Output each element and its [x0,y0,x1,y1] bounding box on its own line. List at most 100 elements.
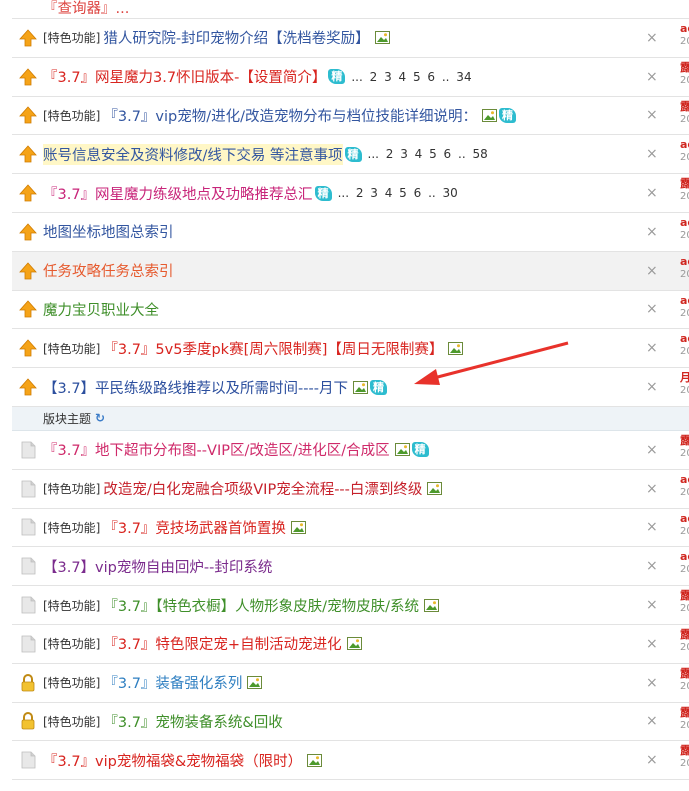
thread-title[interactable]: 『3.7』宠物装备系统&回收 [103,711,282,732]
close-icon[interactable]: × [646,185,658,201]
thread-type-tag[interactable]: [特色功能] [43,107,100,124]
thread-title[interactable]: 『3.7』装备强化系列 [103,672,242,693]
page-links[interactable]: ... 2 3 4 5 6 .. 34 [351,70,471,84]
thread-title[interactable]: 账号信息安全及资料修改/线下交易 等注意事项 [43,143,343,165]
close-icon[interactable]: × [646,224,658,240]
thread-row[interactable]: [特色功能]『3.7』【特色衣橱】人物形象皮肤/宠物皮肤/系统 × 露20 [12,586,689,625]
thread-title[interactable]: 猎人研究院-封印宠物介绍【洗档卷奖励】 [103,27,369,48]
thread-title[interactable]: 『3.7』竞技场武器首饰置换 [103,517,286,538]
close-icon[interactable]: × [646,301,658,317]
author-name[interactable]: 露 [680,177,689,190]
thread-title[interactable]: 任务攻略任务总索引 [43,260,174,281]
thread-type-tag[interactable]: [特色功能] [43,480,100,497]
thread-row[interactable]: [特色功能]『3.7』5v5季度pk赛[周六限制赛]【周日无限制赛】 × ad20 [12,329,689,369]
thread-type-tag[interactable]: [特色功能] [43,519,100,536]
author-name[interactable]: 露 [680,61,689,74]
close-icon[interactable]: × [646,442,658,458]
thread-title[interactable]: 『3.7』地下超市分布图--VIP区/改造区/进化区/合成区 [43,439,390,460]
thread-title[interactable]: 魔力宝贝职业大全 [43,299,159,320]
sticky-up-arrow-icon [18,222,38,242]
thread-row[interactable]: [特色功能]『3.7』宠物装备系统&回收 × 露20 [12,702,689,742]
thread-title[interactable]: 地图坐标地图总索引 [43,221,174,242]
thread-row[interactable]: [特色功能] 『3.7』vip宠物/进化/改造宠物分布与档位技能详细说明： 精 × 露 2… [12,96,689,136]
thread-title[interactable]: 『查询器』... [43,0,129,18]
thread-title[interactable]: 『3.7』5v5季度pk赛[周六限制赛]【周日无限制赛】 [103,338,443,359]
author-name[interactable]: 露 [680,589,689,602]
thread-row[interactable]: [特色功能]『3.7』竞技场武器首饰置换 × ad20 [12,508,689,548]
close-icon[interactable]: × [646,675,658,691]
close-icon[interactable]: × [646,481,658,497]
document-icon [18,479,38,499]
author-name[interactable]: ad [680,473,689,486]
thread-type-tag[interactable]: [特色功能] [43,713,100,730]
author-name[interactable]: ad [680,138,689,151]
partial-top-row[interactable]: 『查询器』... [12,0,689,19]
thread-row[interactable]: 【3.7】vip宠物自由回炉--封印系统 × ad20 [12,547,689,587]
close-icon[interactable]: × [646,636,658,652]
post-date: 20 [680,346,689,358]
close-icon[interactable]: × [646,146,658,162]
close-icon[interactable]: × [646,713,658,729]
author-name[interactable]: 露 [680,744,689,757]
thread-row[interactable]: [特色功能]『3.7』装备强化系列 × 露20 [12,663,689,703]
author-name[interactable]: 露 [680,667,689,680]
thread-title[interactable]: 『3.7』vip宠物福袋&宠物福袋（限时） [43,750,302,771]
thread-type-tag[interactable]: [特色功能] [43,635,100,652]
thread-title[interactable]: 改造宠/白化宠融合项级VIP宠全流程---白漂到终级 [103,478,422,499]
author-name[interactable]: ad [680,255,689,268]
page-links[interactable]: ... 2 3 4 5 6 .. 58 [368,147,488,161]
author-name[interactable]: ad [680,332,689,345]
author-name[interactable]: ad [680,22,689,35]
thread-title[interactable]: 『3.7』网星魔力3.7怀旧版本-【设置简介】 [43,66,326,87]
thread-row[interactable]: 任务攻略任务总索引 × ad20 [12,251,689,291]
author-name[interactable]: 月 [680,371,689,384]
thread-row[interactable]: 『3.7』网星魔力练级地点及功略推荐总汇精 ... 2 3 4 5 6 .. 30… [12,174,689,213]
close-icon[interactable]: × [646,597,658,613]
thread-row[interactable]: 魔力宝贝职业大全 × ad20 [12,290,689,330]
close-icon[interactable]: × [646,340,658,356]
thread-row[interactable]: 账号信息安全及资料修改/线下交易 等注意事项精 ... 2 3 4 5 6 .. … [12,135,689,175]
author-name[interactable]: ad [680,512,689,525]
author-name[interactable]: 露 [680,706,689,719]
sticky-up-arrow-icon [18,299,38,319]
thread-title[interactable]: 【3.7】vip宠物自由回炉--封印系统 [43,556,272,577]
thread-title[interactable]: 『3.7』vip宠物/进化/改造宠物分布与档位技能详细说明： [103,105,477,126]
thread-type-tag[interactable]: [特色功能] [43,674,100,691]
thread-title[interactable]: 【3.7】平民练级路线推荐以及所需时间----月下 [43,377,348,398]
thread-row[interactable]: 『3.7』地下超市分布图--VIP区/改造区/进化区/合成区 精 × 露20 [12,430,689,470]
page-links[interactable]: ... 2 3 4 5 6 .. 30 [338,186,458,200]
author-name[interactable]: 露 [680,628,689,641]
close-icon[interactable]: × [646,379,658,395]
author-name[interactable]: ad [680,294,689,307]
thread-row[interactable]: 『3.7』vip宠物福袋&宠物福袋（限时） × 露20 [12,741,689,781]
close-icon[interactable]: × [646,558,658,574]
close-icon[interactable]: × [646,30,658,46]
image-attachment-icon [307,753,323,767]
thread-title[interactable]: 『3.7』网星魔力练级地点及功略推荐总汇 [43,183,313,204]
thread-row[interactable]: [特色功能]『3.7』特色限定宠+自制活动宠进化 × 露20 [12,624,689,664]
thread-type-tag[interactable]: [特色功能] [43,597,100,614]
thread-row[interactable]: 【3.7】平民练级路线推荐以及所需时间----月下 精 × 月20 [12,368,689,407]
close-icon[interactable]: × [646,752,658,768]
thread-title[interactable]: 『3.7』特色限定宠+自制活动宠进化 [103,633,341,654]
close-icon[interactable]: × [646,519,658,535]
author-name[interactable]: ad [680,216,689,229]
author-name[interactable]: 露 [680,434,689,447]
author-meta: 露20 [680,589,689,615]
close-icon[interactable]: × [646,69,658,85]
refresh-icon[interactable]: ↻ [95,411,105,425]
thread-type-tag[interactable]: [特色功能] [43,29,100,46]
close-icon[interactable]: × [646,263,658,279]
author-meta: ad20 [680,332,689,358]
author-name[interactable]: ad [680,550,689,563]
post-date: 20 [680,486,689,498]
thread-title[interactable]: 『3.7』【特色衣橱】人物形象皮肤/宠物皮肤/系统 [103,595,419,616]
thread-row[interactable]: 『3.7』网星魔力3.7怀旧版本-【设置简介】精 ... 2 3 4 5 6 ..… [12,57,689,97]
post-date: 20 [680,152,689,164]
thread-row[interactable]: 地图坐标地图总索引 × ad20 [12,212,689,252]
thread-type-tag[interactable]: [特色功能] [43,340,100,357]
close-icon[interactable]: × [646,107,658,123]
thread-row[interactable]: [特色功能]猎人研究院-封印宠物介绍【洗档卷奖励】 × ad20 [12,19,689,58]
thread-row[interactable]: [特色功能]改造宠/白化宠融合项级VIP宠全流程---白漂到终级 × ad20 [12,469,689,509]
author-name[interactable]: 露 [680,100,689,113]
